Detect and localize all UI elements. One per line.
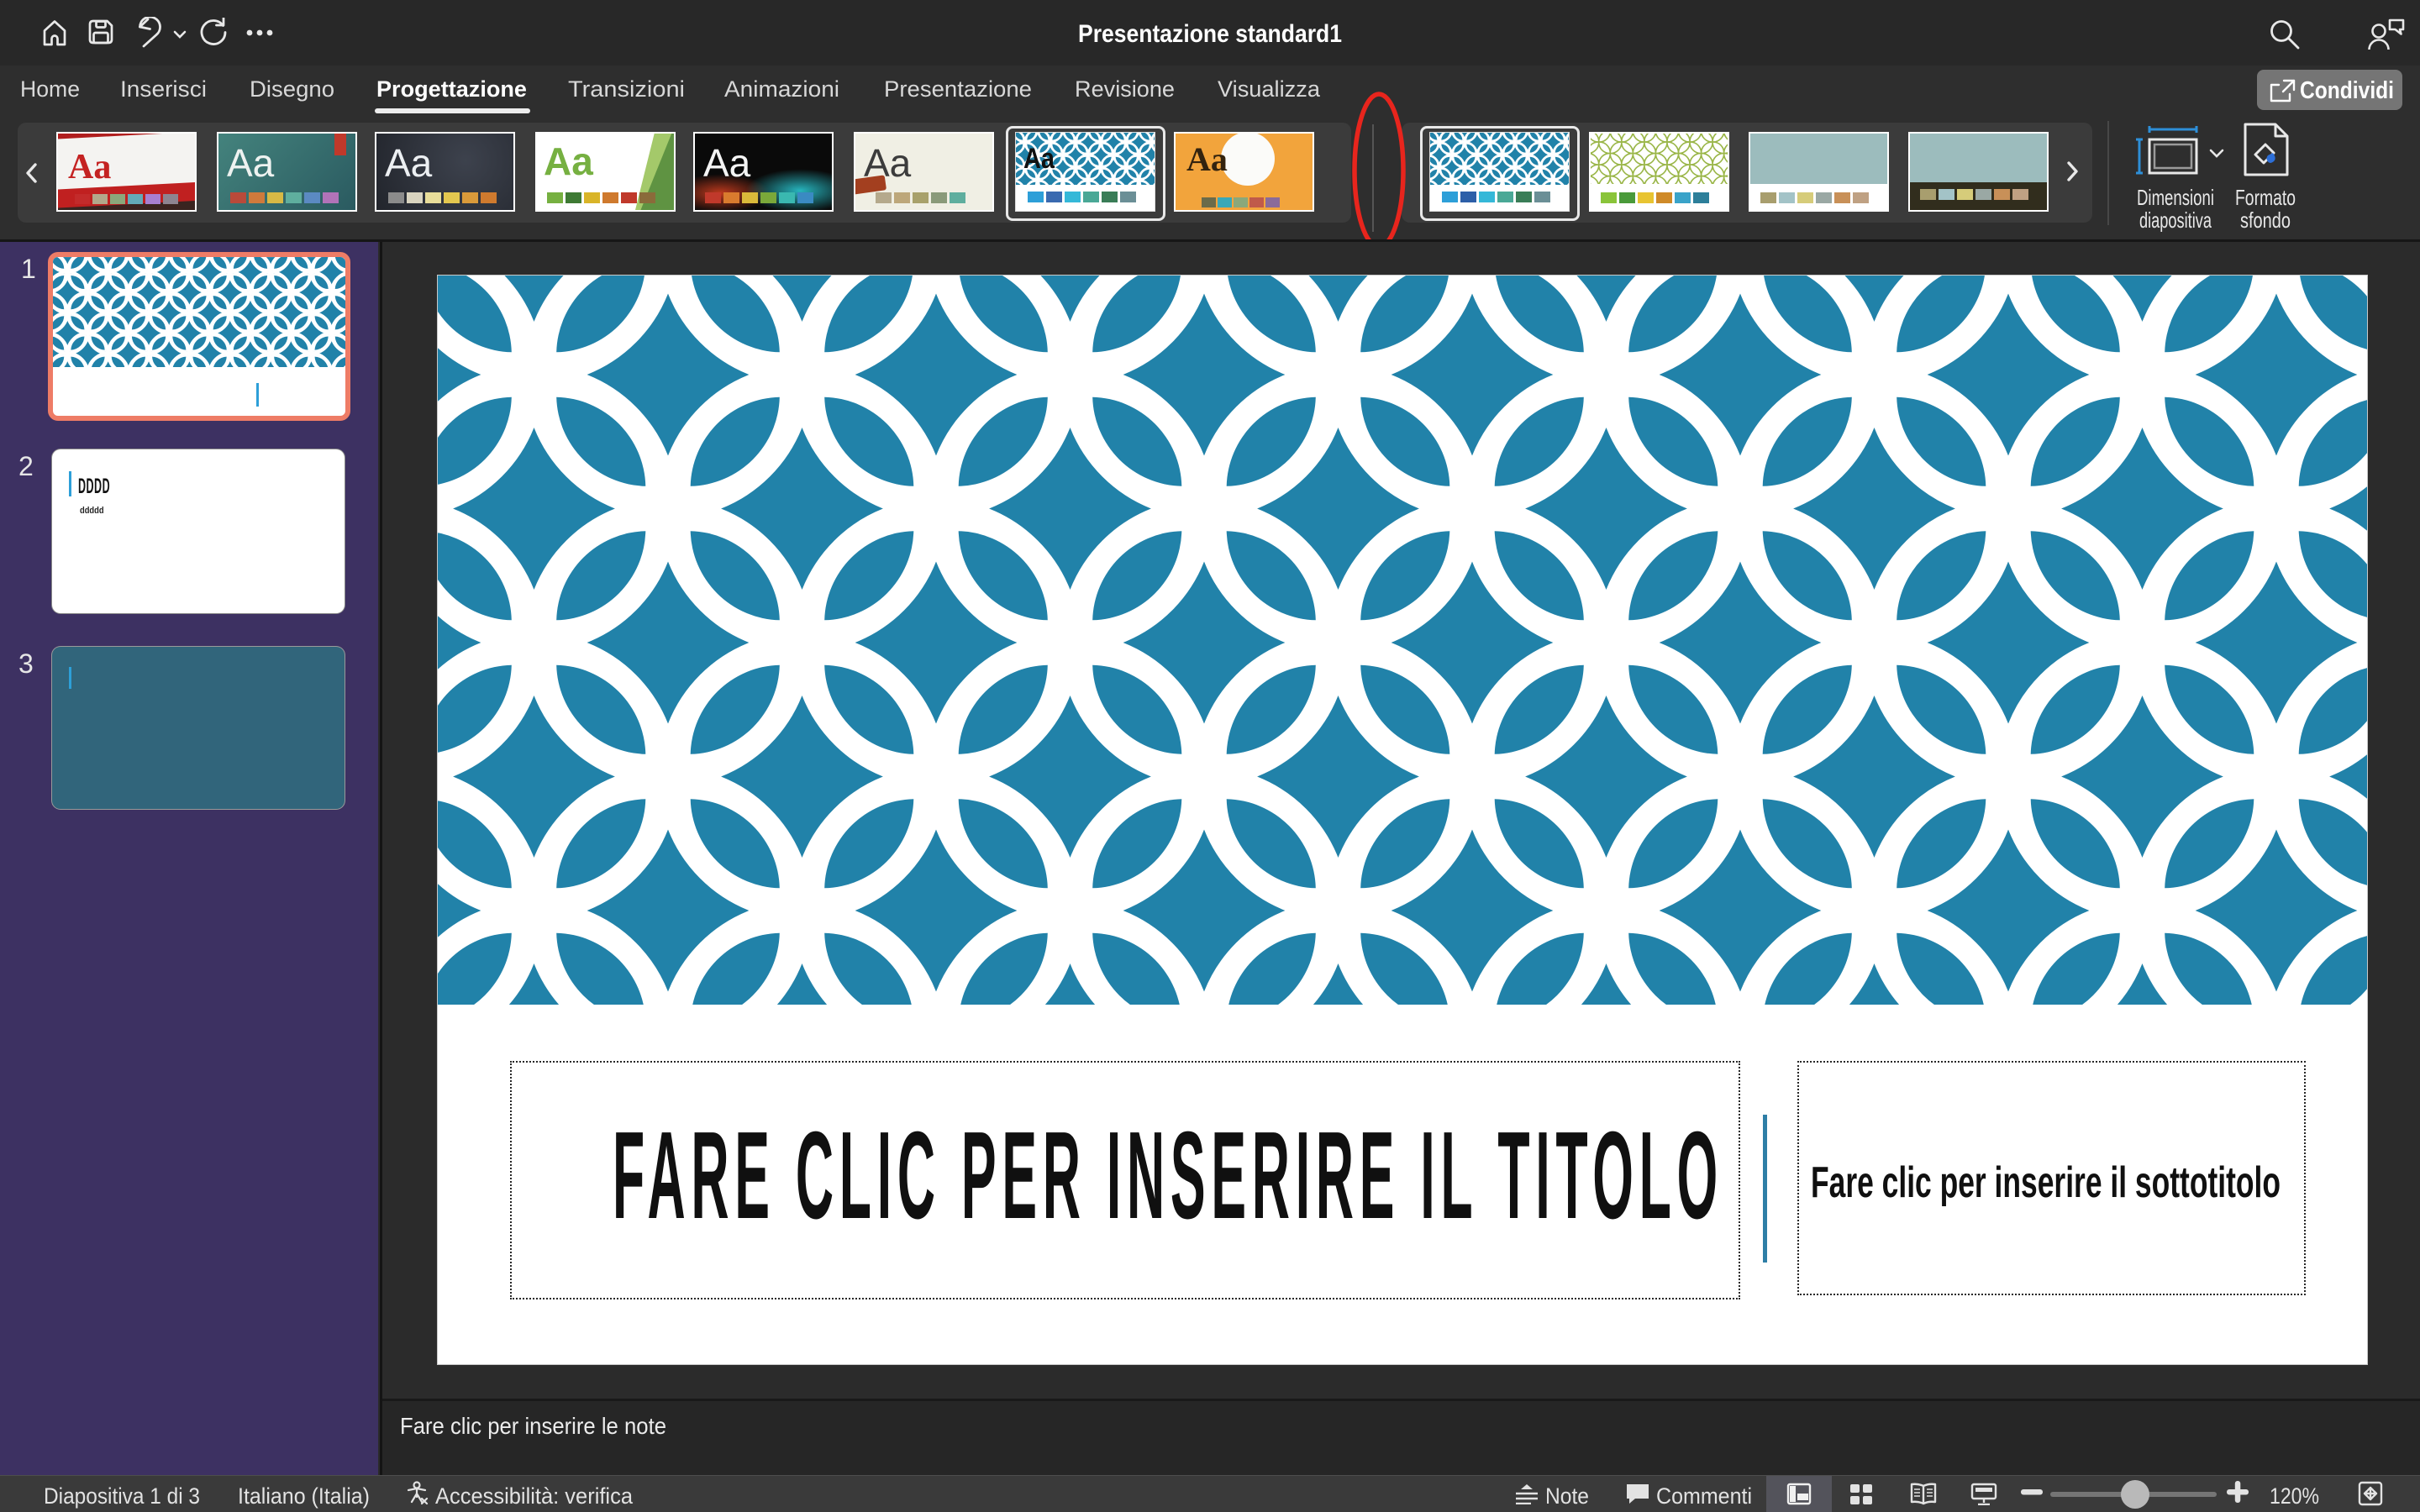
svg-text:Animazioni: Animazioni bbox=[724, 76, 839, 102]
svg-text:Accessibilità: verifica: Accessibilità: verifica bbox=[435, 1483, 634, 1509]
svg-text:Fare clic per inserire le note: Fare clic per inserire le note bbox=[400, 1413, 666, 1439]
svg-text:Dimensioni: Dimensioni bbox=[2137, 185, 2214, 210]
svg-text:Diapositiva 1 di 3: Diapositiva 1 di 3 bbox=[44, 1483, 200, 1509]
svg-text:Presentazione: Presentazione bbox=[884, 76, 1032, 102]
svg-text:120%: 120% bbox=[2270, 1483, 2319, 1509]
svg-text:FARE CLIC PER INSERIRE IL TITO: FARE CLIC PER INSERIRE IL TITOLO bbox=[613, 1106, 1723, 1245]
svg-text:Revisione: Revisione bbox=[1075, 76, 1175, 102]
svg-text:Visualizza: Visualizza bbox=[1218, 76, 1321, 102]
svg-text:Disegno: Disegno bbox=[250, 76, 334, 102]
svg-text:Formato: Formato bbox=[2235, 185, 2296, 210]
svg-text:sfondo: sfondo bbox=[2240, 207, 2291, 232]
svg-text:Home: Home bbox=[20, 76, 80, 102]
svg-text:Inserisci: Inserisci bbox=[120, 76, 207, 102]
svg-text:Note: Note bbox=[1545, 1483, 1589, 1509]
svg-text:Condividi: Condividi bbox=[2300, 77, 2394, 104]
svg-text:diapositiva: diapositiva bbox=[2139, 207, 2212, 232]
svg-text:Progettazione: Progettazione bbox=[376, 76, 527, 102]
svg-text:Commenti: Commenti bbox=[1656, 1483, 1752, 1509]
svg-text:Transizioni: Transizioni bbox=[568, 76, 685, 102]
svg-text:Presentazione standard1: Presentazione standard1 bbox=[1078, 20, 1342, 48]
svg-text:Fare clic per inserire il sott: Fare clic per inserire il sottotitolo bbox=[1811, 1158, 2281, 1207]
svg-text:Italiano (Italia): Italiano (Italia) bbox=[238, 1483, 370, 1509]
